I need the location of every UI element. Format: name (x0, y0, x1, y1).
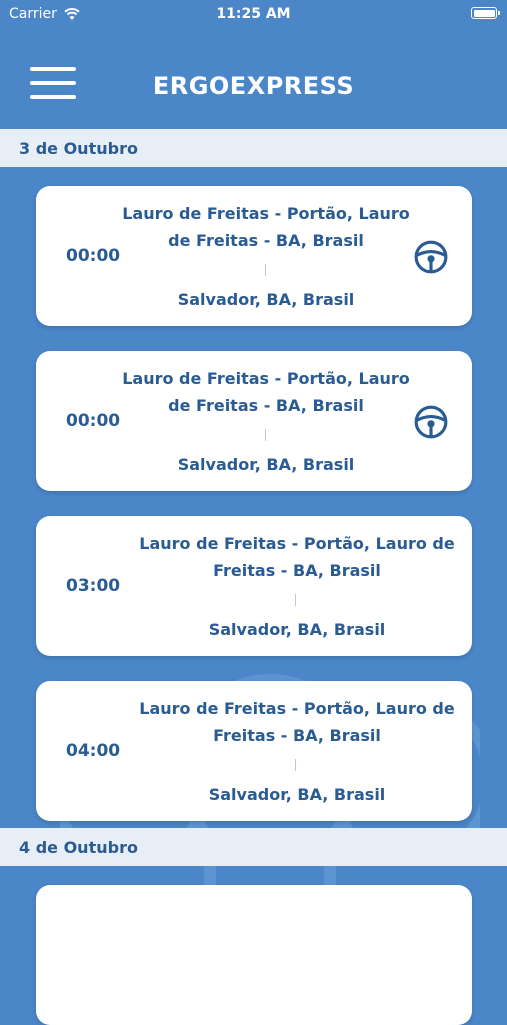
nav-bar: ERGOEXPRESS (0, 30, 507, 128)
route-separator (265, 429, 266, 441)
trip-origin: Lauro de Freitas - Portão, Lauro de Frei… (122, 204, 410, 250)
route-separator (295, 759, 296, 771)
battery-icon (471, 7, 500, 19)
route-separator (265, 264, 266, 276)
status-bar: Carrier 11:25 AM (0, 0, 507, 30)
trip-time: 00:00 (66, 411, 121, 431)
trip-card[interactable]: 03:00 Lauro de Freitas - Portão, Lauro d… (36, 516, 472, 656)
trip-destination: Salvador, BA, Brasil (177, 455, 355, 474)
trip-card[interactable]: 00:00 Lauro de Freitas - Portão, Lauro d… (36, 351, 472, 491)
trip-card[interactable] (36, 885, 472, 1025)
steering-wheel-icon (414, 405, 448, 439)
section-header-date: 3 de Outubro (0, 129, 507, 167)
steering-wheel-icon (414, 240, 448, 274)
trip-origin: Lauro de Freitas - Portão, Lauro de Frei… (139, 534, 455, 580)
trip-time: 03:00 (66, 576, 121, 596)
trip-destination: Salvador, BA, Brasil (177, 290, 355, 309)
trip-destination: Salvador, BA, Brasil (208, 620, 386, 639)
trip-origin: Lauro de Freitas - Portão, Lauro de Frei… (122, 369, 410, 415)
trip-origin: Lauro de Freitas - Portão, Lauro de Frei… (139, 699, 455, 745)
trip-card[interactable]: 04:00 Lauro de Freitas - Portão, Lauro d… (36, 681, 472, 821)
status-time: 11:25 AM (216, 6, 291, 22)
trip-destination: Salvador, BA, Brasil (208, 785, 386, 804)
trip-time: 00:00 (66, 246, 121, 266)
app-title: ERGOEXPRESS (152, 72, 355, 100)
trip-time: 04:00 (66, 741, 121, 761)
section-header-date: 4 de Outubro (0, 828, 507, 866)
route-separator (295, 594, 296, 606)
trip-card[interactable]: 00:00 Lauro de Freitas - Portão, Lauro d… (36, 186, 472, 326)
